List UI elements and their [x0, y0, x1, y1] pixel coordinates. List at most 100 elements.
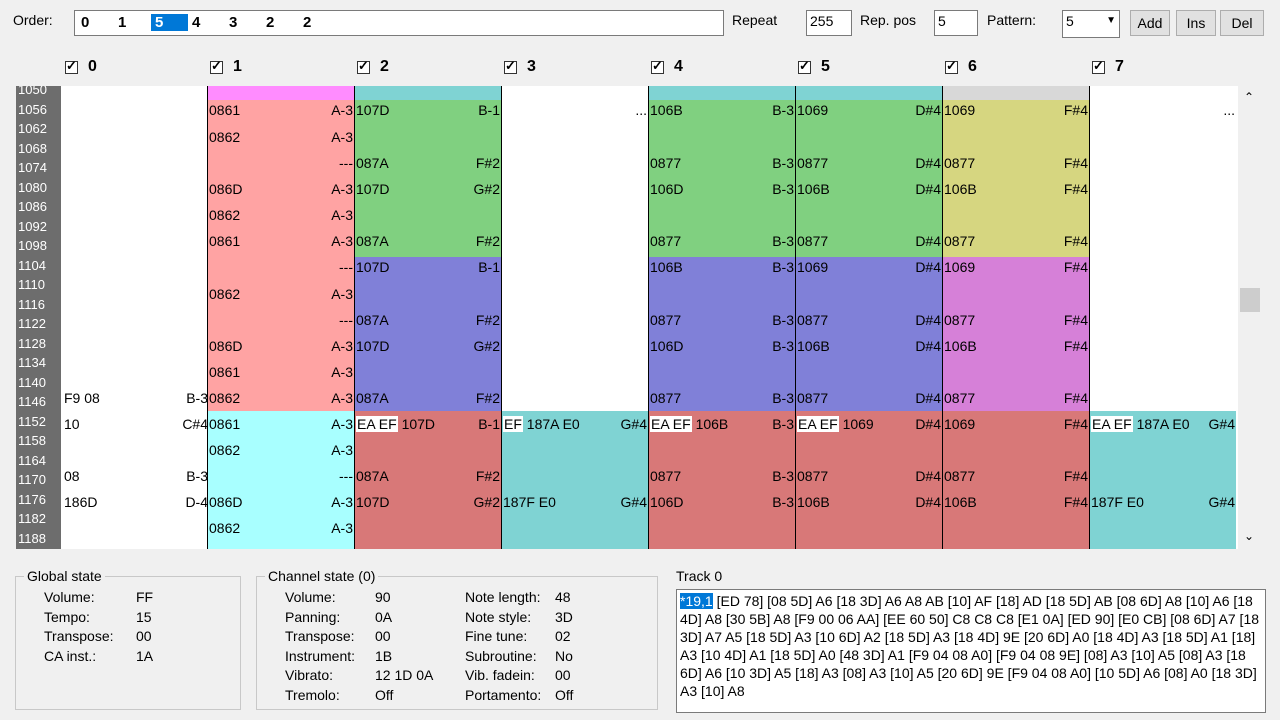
- pattern-cell[interactable]: 106B B-3: [648, 102, 795, 120]
- channel-2-checkbox[interactable]: 2: [357, 58, 389, 76]
- pattern-cell[interactable]: 187F E0 G#4: [1089, 494, 1236, 512]
- ins-button[interactable]: Ins: [1176, 10, 1216, 36]
- order-entry[interactable]: 2: [299, 14, 336, 31]
- pattern-cell[interactable]: 106B F#4: [942, 494, 1089, 512]
- pattern-cell[interactable]: 0877 D#4: [795, 233, 942, 251]
- pattern-cell[interactable]: 106D B-3: [648, 494, 795, 512]
- scroll-down-icon[interactable]: ⌄: [1244, 529, 1254, 543]
- pattern-cell[interactable]: 086D A-3: [207, 338, 354, 356]
- track-text-area[interactable]: *19,1 [ED 78] [08 5D] A6 [18 3D] A6 A8 A…: [676, 589, 1266, 713]
- pattern-cell[interactable]: 187F E0 G#4: [501, 494, 648, 512]
- pattern-cell[interactable]: 0877 F#4: [942, 312, 1089, 330]
- pattern-cell[interactable]: ---: [207, 468, 354, 486]
- order-entry[interactable]: 3: [225, 14, 262, 31]
- order-entry[interactable]: 0: [77, 14, 114, 31]
- pattern-cell[interactable]: 08 B-3: [62, 468, 209, 486]
- channel-4-checkbox[interactable]: 4: [651, 58, 683, 76]
- pattern-cell[interactable]: 0877 B-3: [648, 312, 795, 330]
- pattern-cell[interactable]: 087A F#2: [354, 390, 501, 408]
- pattern-cell[interactable]: 0877 D#4: [795, 312, 942, 330]
- pattern-cell[interactable]: 106D B-3: [648, 181, 795, 199]
- pattern-cell[interactable]: 106B D#4: [795, 338, 942, 356]
- pattern-cell[interactable]: 0877 B-3: [648, 468, 795, 486]
- channel-1-column[interactable]: 0861 A-3 0862 A-3 --- 086D A-3 0862 A-3 0861 A-3 --…: [207, 86, 354, 549]
- channel-4-column[interactable]: 106B B-3 0877 B-3 106D B-3 0877 B-3 106B B-3 0877 B…: [648, 86, 795, 549]
- pattern-cell[interactable]: 0861 A-3: [207, 416, 354, 434]
- pattern-cell[interactable]: 0877 F#4: [942, 468, 1089, 486]
- pattern-cell[interactable]: EA EF 187A E0 G#4: [1089, 416, 1236, 434]
- pattern-cell[interactable]: 0861 A-3: [207, 364, 354, 382]
- order-entry[interactable]: 4: [188, 14, 225, 31]
- channel-0-checkbox[interactable]: 0: [65, 58, 97, 76]
- pattern-cell[interactable]: 1069 F#4: [942, 102, 1089, 120]
- channel-6-column[interactable]: 1069 F#4 0877 F#4 106B F#4 0877 F#4 1069 F#4 0877 F…: [942, 86, 1089, 549]
- pattern-cell[interactable]: 106B B-3: [648, 259, 795, 277]
- channel-7-column[interactable]: ... EA EF 187A E0 G#4 187F E0 G#4: [1089, 86, 1236, 549]
- pattern-cell[interactable]: 106B D#4: [795, 494, 942, 512]
- channel-3-column[interactable]: ... EF 187A E0 G#4 187F E0 G#4: [501, 86, 648, 549]
- channel-3-checkbox[interactable]: 3: [504, 58, 536, 76]
- pattern-cell[interactable]: 1069 D#4: [795, 102, 942, 120]
- pattern-cell[interactable]: 10 C#4: [62, 416, 209, 434]
- order-field[interactable]: 0154322: [74, 10, 724, 36]
- pattern-cell[interactable]: ---: [207, 155, 354, 173]
- pattern-cell[interactable]: 106B D#4: [795, 181, 942, 199]
- pattern-cell[interactable]: 0877 F#4: [942, 155, 1089, 173]
- channel-2-column[interactable]: 107D B-1 087A F#2 107D G#2 087A F#2 107D B-1 087A F…: [354, 86, 501, 549]
- pattern-cell[interactable]: 1069 D#4: [795, 259, 942, 277]
- pattern-cell[interactable]: 106B F#4: [942, 338, 1089, 356]
- pattern-select[interactable]: 5 ▼: [1062, 10, 1120, 38]
- pattern-cell[interactable]: 0862 A-3: [207, 286, 354, 304]
- pattern-grid[interactable]: 1050 1056 1062 1068 1074 1080 1086 1092 1098 1104…: [16, 86, 1238, 549]
- order-entry[interactable]: 1: [114, 14, 151, 31]
- pattern-cell[interactable]: 087A F#2: [354, 155, 501, 173]
- pattern-cell[interactable]: 0861 A-3: [207, 102, 354, 120]
- pattern-cell[interactable]: 086D A-3: [207, 494, 354, 512]
- pattern-cell[interactable]: 107D B-1: [354, 259, 501, 277]
- pattern-cell[interactable]: 087A F#2: [354, 468, 501, 486]
- channel-1-checkbox[interactable]: 1: [210, 58, 242, 76]
- scroll-up-icon[interactable]: ⌃: [1244, 90, 1254, 104]
- pattern-cell[interactable]: 107D G#2: [354, 338, 501, 356]
- pattern-cell[interactable]: 0877 D#4: [795, 468, 942, 486]
- pattern-cell[interactable]: ...: [501, 102, 648, 120]
- pattern-cell[interactable]: 0862 A-3: [207, 207, 354, 225]
- channel-5-column[interactable]: 1069 D#4 0877 D#4 106B D#4 0877 D#4 1069 D#4 0877 D…: [795, 86, 942, 549]
- repeat-input[interactable]: 255: [806, 10, 852, 36]
- pattern-cell[interactable]: 086D A-3: [207, 181, 354, 199]
- pattern-cell[interactable]: 1069 F#4: [942, 259, 1089, 277]
- pattern-cell[interactable]: EA EF 1069 D#4: [795, 416, 942, 434]
- order-entry[interactable]: 2: [262, 14, 299, 31]
- pattern-cell[interactable]: 0877 D#4: [795, 155, 942, 173]
- pattern-cell[interactable]: 0862 A-3: [207, 520, 354, 538]
- pattern-cell[interactable]: 0877 B-3: [648, 390, 795, 408]
- pattern-cell[interactable]: 107D B-1: [354, 102, 501, 120]
- pattern-cell[interactable]: 0877 B-3: [648, 233, 795, 251]
- pattern-cell[interactable]: EA EF 107D B-1: [354, 416, 501, 434]
- pattern-cell[interactable]: 106D B-3: [648, 338, 795, 356]
- pattern-cell[interactable]: 087A F#2: [354, 312, 501, 330]
- pattern-cell[interactable]: ---: [207, 259, 354, 277]
- pattern-cell[interactable]: F9 08 B-3: [62, 390, 209, 408]
- pattern-cell[interactable]: ...: [1089, 102, 1236, 120]
- pattern-cell[interactable]: 107D G#2: [354, 494, 501, 512]
- pattern-cell[interactable]: 0862 A-3: [207, 442, 354, 460]
- channel-5-checkbox[interactable]: 5: [798, 58, 830, 76]
- pattern-cell[interactable]: EA EF 106B B-3: [648, 416, 795, 434]
- del-button[interactable]: Del: [1220, 10, 1264, 36]
- pattern-cell[interactable]: ---: [207, 312, 354, 330]
- channel-7-checkbox[interactable]: 7: [1092, 58, 1124, 76]
- pattern-cell[interactable]: 0877 F#4: [942, 233, 1089, 251]
- pattern-cell[interactable]: 0861 A-3: [207, 233, 354, 251]
- order-entry[interactable]: 5: [151, 14, 188, 31]
- scroll-thumb[interactable]: [1240, 288, 1260, 312]
- pattern-cell[interactable]: 0877 F#4: [942, 390, 1089, 408]
- pattern-cell[interactable]: 0877 D#4: [795, 390, 942, 408]
- vertical-scrollbar[interactable]: ⌃ ⌄: [1238, 86, 1262, 549]
- channel-0-column[interactable]: F9 08B-310C#408B-3186DD-4103DC#4: [62, 86, 209, 549]
- pattern-cell[interactable]: 1069 F#4: [942, 416, 1089, 434]
- rep-pos-input[interactable]: 5: [934, 10, 978, 36]
- pattern-cell[interactable]: 186D D-4: [62, 494, 209, 512]
- channel-6-checkbox[interactable]: 6: [945, 58, 977, 76]
- pattern-cell[interactable]: 0862 A-3: [207, 129, 354, 147]
